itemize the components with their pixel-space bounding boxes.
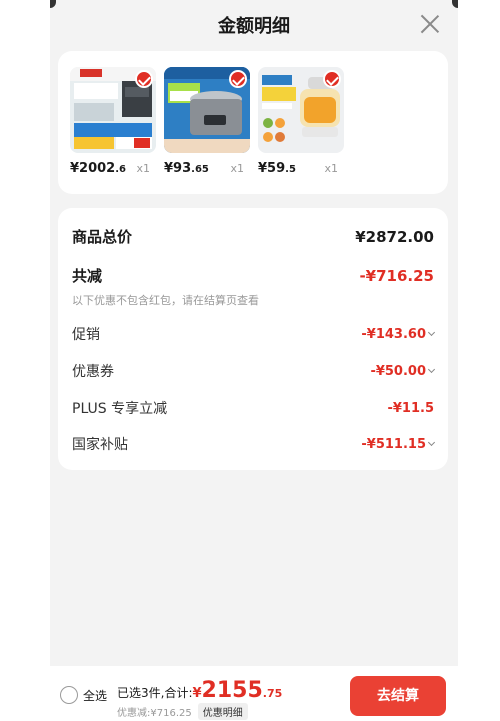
- goods-total-value: ¥2872.00: [355, 227, 434, 246]
- plus-value: -¥11.5: [387, 400, 434, 416]
- price-summary-card: 商品总价 ¥2872.00 共减 -¥716.25 以下优惠不包含红包，请在结算…: [58, 208, 448, 470]
- selected-check-icon: [323, 70, 341, 88]
- promo-value: -¥143.60: [361, 326, 426, 342]
- select-all-radio[interactable]: [60, 686, 78, 704]
- sheet-header: 金额明细: [50, 0, 458, 48]
- total-reduce-row: 共减 -¥716.25: [72, 265, 434, 286]
- discount-note: 以下优惠不包含红包，请在结算页查看: [72, 294, 259, 307]
- subsidy-value: -¥511.15: [361, 436, 426, 452]
- sheet-title: 金额明细: [218, 16, 290, 37]
- plus-label: PLUS 专享立减: [72, 401, 168, 417]
- product-price: ¥93.65: [164, 161, 209, 176]
- checkout-bar: 全选 已选3件,合计: ¥2155.75 优惠减:¥716.25 优惠明细 去结…: [50, 666, 458, 721]
- rice-cooker-thumbnail: [164, 67, 250, 153]
- discount-text: 优惠减:¥716.25: [117, 708, 192, 719]
- product-quantity: x1: [136, 162, 150, 175]
- products-card: ¥2002.6 x1 ¥93.65 x1 ¥59.5 x1: [58, 51, 448, 194]
- discount-detail-tag[interactable]: 优惠明细: [197, 703, 248, 720]
- coupon-label: 优惠券: [72, 364, 114, 380]
- chevron-down-icon: [427, 365, 436, 374]
- select-all-label[interactable]: 全选: [83, 687, 107, 704]
- total-reduce-value: -¥716.25: [359, 266, 434, 285]
- plus-row: PLUS 专享立减 -¥11.5: [72, 398, 434, 418]
- promo-row[interactable]: 促销 -¥143.60: [72, 324, 436, 344]
- amount-detail-sheet: 金额明细 ¥2002.6 x1 ¥93.65 x1 ¥59.5 x1 商品总价 …: [50, 0, 458, 721]
- subsidy-label: 国家补贴: [72, 437, 128, 453]
- range-hood-thumbnail: [70, 67, 156, 153]
- chevron-down-icon: [427, 438, 436, 447]
- total-amount: ¥2155.75: [192, 678, 283, 703]
- total-reduce-label: 共减: [72, 267, 103, 285]
- product-item[interactable]: ¥2002.6 x1: [70, 67, 156, 176]
- product-item[interactable]: ¥59.5 x1: [258, 67, 344, 176]
- product-price: ¥59.5: [258, 161, 296, 176]
- selected-check-icon: [229, 70, 247, 88]
- product-quantity: x1: [230, 162, 244, 175]
- selected-check-icon: [135, 70, 153, 88]
- product-item[interactable]: ¥93.65 x1: [164, 67, 250, 176]
- discount-summary: 优惠减:¥716.25 优惠明细: [117, 703, 248, 720]
- chevron-down-icon: [427, 328, 436, 337]
- product-quantity: x1: [324, 162, 338, 175]
- food-processor-thumbnail: [258, 67, 344, 153]
- selected-count-text: 已选3件,合计:: [117, 686, 193, 700]
- goods-total-row: 商品总价 ¥2872.00: [72, 226, 434, 247]
- product-price: ¥2002.6: [70, 161, 126, 176]
- checkout-button[interactable]: 去结算: [350, 676, 446, 716]
- selected-summary: 已选3件,合计: ¥2155.75: [117, 678, 282, 703]
- coupon-value: -¥50.00: [370, 363, 426, 379]
- coupon-row[interactable]: 优惠券 -¥50.00: [72, 361, 436, 381]
- goods-total-label: 商品总价: [72, 228, 133, 246]
- subsidy-row[interactable]: 国家补贴 -¥511.15: [72, 434, 436, 454]
- promo-label: 促销: [72, 327, 100, 343]
- close-icon[interactable]: [420, 14, 440, 34]
